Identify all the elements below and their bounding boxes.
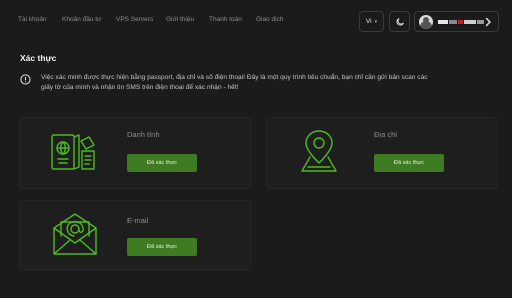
map-pin-icon bbox=[301, 130, 337, 172]
theme-toggle-button[interactable] bbox=[389, 11, 410, 32]
nav-item-vps-servers[interactable]: VPS Servers bbox=[116, 16, 153, 23]
chevron-down-icon: ▾ bbox=[374, 18, 378, 25]
identity-label: Danh tính bbox=[127, 130, 160, 139]
address-card: Địa chỉ Đã xác thực bbox=[266, 117, 498, 189]
language-selector[interactable]: Vi ▾ bbox=[359, 11, 384, 32]
user-menu-button[interactable] bbox=[414, 11, 499, 32]
address-label: Địa chỉ bbox=[374, 130, 397, 139]
identity-card: Danh tính Đã xác thực bbox=[19, 117, 251, 189]
verification-notice: Việc xác minh được thực hiện bằng passpo… bbox=[41, 73, 501, 93]
chevron-right-icon bbox=[485, 17, 491, 27]
nav-item-account[interactable]: Tài khoản bbox=[18, 16, 47, 23]
nav-item-payment[interactable]: Thanh toán bbox=[209, 16, 242, 23]
avatar bbox=[419, 15, 433, 29]
address-verified-button[interactable]: Đã xác thực bbox=[374, 154, 444, 172]
nav-item-transactions[interactable]: Giao dịch bbox=[256, 16, 283, 23]
moon-icon bbox=[396, 17, 404, 25]
top-navigation: Tài khoản Khoản đầu tư VPS Servers Giới … bbox=[0, 0, 512, 42]
email-label: E-mail bbox=[127, 216, 149, 225]
nav-item-investments[interactable]: Khoản đầu tư bbox=[62, 16, 101, 23]
language-value: Vi bbox=[365, 18, 372, 25]
notice-line-2: giấy tờ của mình và nhận tin SMS trên đi… bbox=[41, 84, 239, 91]
passport-icon bbox=[51, 134, 95, 170]
page-title: Xác thực bbox=[20, 53, 57, 63]
notice-line-1: Việc xác minh được thực hiện bằng passpo… bbox=[41, 74, 428, 81]
email-verified-button[interactable]: Đã xác thực bbox=[127, 238, 197, 256]
envelope-icon bbox=[53, 213, 97, 255]
alert-circle-icon bbox=[20, 74, 31, 85]
nav-item-referral[interactable]: Giới thiệu bbox=[166, 16, 194, 23]
identity-verified-button[interactable]: Đã xác thực bbox=[127, 154, 197, 172]
username-obscured bbox=[438, 20, 484, 24]
email-card: E-mail Đã xác thực bbox=[19, 200, 251, 270]
